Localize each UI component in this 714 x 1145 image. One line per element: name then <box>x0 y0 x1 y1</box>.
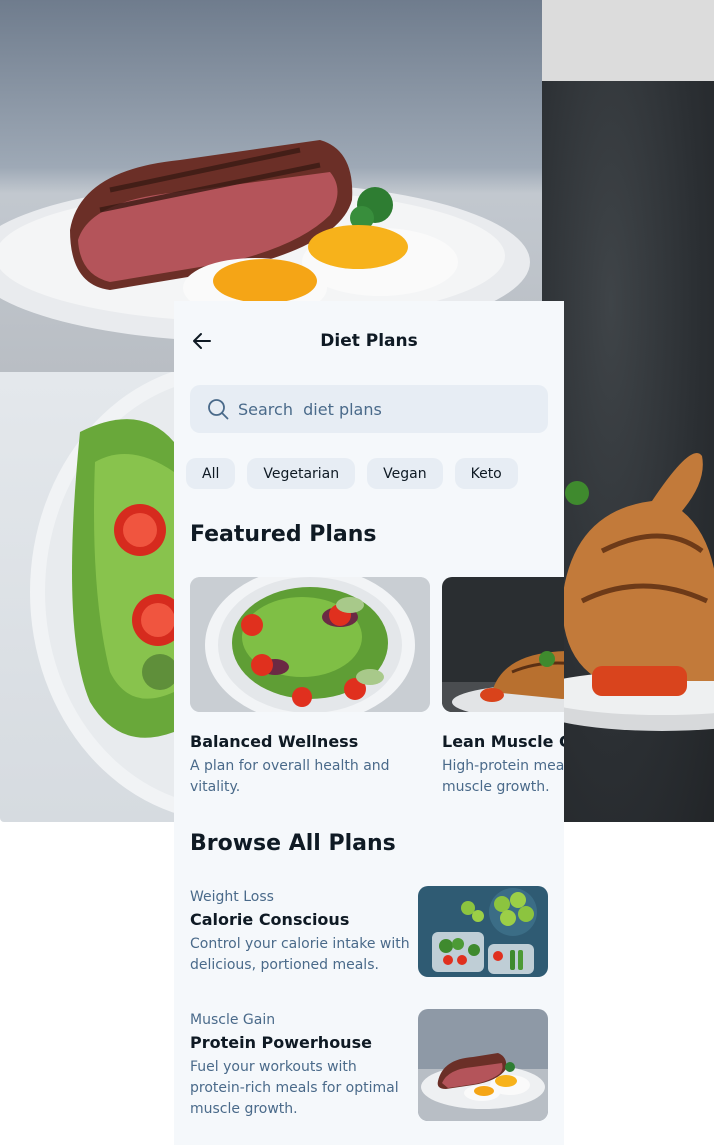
background-chicken-photo <box>542 81 714 822</box>
steak-and-eggs-image <box>418 1009 548 1121</box>
featured-card-description: A plan for overall health and vitality. <box>190 758 390 795</box>
browse-plans-heading: Browse All Plans <box>190 831 396 856</box>
featured-card-balanced-wellness[interactable]: Balanced Wellness A plan for overall hea… <box>190 577 430 798</box>
meal-prep-image <box>418 886 548 977</box>
featured-card-title: Lean Muscle Gain <box>442 732 564 751</box>
search-input[interactable]: Search diet plans <box>190 385 548 433</box>
search-icon <box>206 397 230 421</box>
featured-plans-carousel[interactable]: Balanced Wellness A plan for overall hea… <box>190 577 564 807</box>
chip-vegetarian[interactable]: Vegetarian <box>247 458 356 489</box>
search-placeholder: Search diet plans <box>238 399 382 419</box>
plan-item-calorie-conscious[interactable]: Weight Loss Calorie Conscious Control yo… <box>190 886 548 982</box>
featured-card-lean-muscle-gain[interactable]: Lean Muscle Gain High-protein meals for … <box>442 577 564 798</box>
grilled-chicken-image <box>442 577 564 712</box>
diet-plans-screen: Diet Plans Search diet plans All Vegetar… <box>174 301 564 1145</box>
featured-card-title: Balanced Wellness <box>190 732 359 751</box>
page-title: Diet Plans <box>320 331 418 351</box>
chip-all[interactable]: All <box>186 458 236 489</box>
plan-description: Fuel your workouts with protein-rich mea… <box>190 1059 399 1117</box>
plan-description: Control your calorie intake with delicio… <box>190 936 410 973</box>
featured-plans-heading: Featured Plans <box>190 522 377 547</box>
chip-keto[interactable]: Keto <box>454 458 518 489</box>
background-gray-strip <box>542 0 714 81</box>
featured-card-description: High-protein meals for muscle growth. <box>442 758 564 795</box>
app-header: Diet Plans <box>174 301 564 381</box>
chip-vegan[interactable]: Vegan <box>367 458 443 489</box>
filter-chips: All Vegetarian Vegan Keto <box>186 458 518 489</box>
plan-item-protein-powerhouse[interactable]: Muscle Gain Protein Powerhouse Fuel your… <box>190 1009 548 1130</box>
salad-bowl-image <box>190 577 430 712</box>
background-salad-photo <box>0 372 174 822</box>
